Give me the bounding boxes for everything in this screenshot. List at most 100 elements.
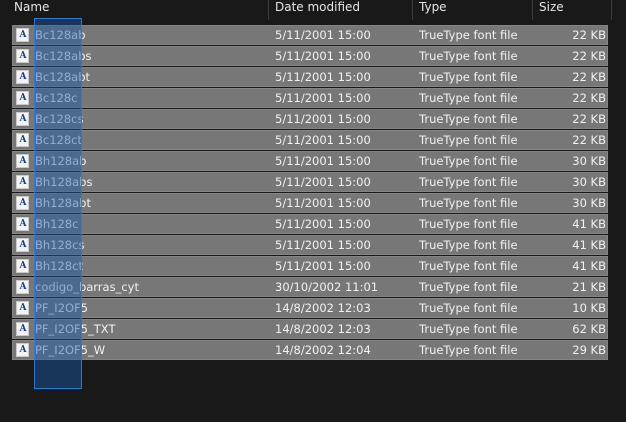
font-glyph: A (19, 114, 27, 124)
file-row[interactable]: Acodigo_barras_cyt 30/10/2002 11:01 TrueTy… (12, 277, 608, 297)
column-header-bar: Name Date modified Type Size (0, 0, 626, 22)
font-glyph: A (19, 345, 27, 355)
font-file-icon: A (16, 91, 29, 105)
column-divider[interactable] (611, 0, 612, 20)
font-glyph: A (19, 51, 27, 61)
column-header-type[interactable]: Type (414, 0, 530, 20)
column-divider[interactable] (412, 0, 413, 20)
font-file-icon: A (16, 70, 29, 84)
file-row[interactable]: A PF_I2OF5_W 14/8/2002 12:04 TrueType font … (12, 340, 608, 360)
file-row[interactable]: A PF_I2OF5_TXT 14/8/2002 12:03 TrueType fon… (12, 319, 608, 339)
file-size: 21 KB (572, 280, 606, 294)
font-glyph: A (19, 303, 27, 313)
file-date-modified: 30/10/2002 11:01 (275, 280, 379, 294)
file-size: 22 KB (572, 133, 606, 147)
file-name: Bh128ct (35, 259, 83, 273)
file-row[interactable]: A Bh128abs 5/11/2001 15:00 TrueType font fi… (12, 172, 608, 192)
file-size: 10 KB (572, 301, 606, 315)
file-name: Bh128cs (35, 238, 85, 252)
font-file-icon: A (16, 49, 29, 63)
file-type: TrueType font file (419, 112, 518, 126)
file-date-modified: 5/11/2001 15:00 (275, 133, 371, 147)
file-size: 22 KB (572, 112, 606, 126)
font-glyph: A (19, 198, 27, 208)
file-size: 30 KB (572, 154, 606, 168)
file-name: PF_I2OF5_W (35, 343, 106, 357)
file-size: 62 KB (572, 322, 606, 336)
file-name: Bc128c (35, 91, 78, 105)
font-file-icon: A (16, 280, 29, 294)
file-list: A Bc128ab 5/11/2001 15:00 TrueType font fil… (12, 25, 608, 361)
font-glyph: A (19, 324, 27, 334)
file-date-modified: 5/11/2001 15:00 (275, 175, 371, 189)
font-file-icon: A (16, 301, 29, 315)
font-glyph: A (19, 156, 27, 166)
column-header-name[interactable]: Name (9, 0, 267, 20)
file-name: Bh128abt (35, 196, 91, 210)
file-name: Bc128abs (35, 49, 92, 63)
file-type: TrueType font file (419, 322, 518, 336)
font-file-icon: A (16, 217, 29, 231)
file-date-modified: 5/11/2001 15:00 (275, 70, 371, 84)
file-row[interactable]: A Bc128c 5/11/2001 15:00 TrueType font file… (12, 88, 608, 108)
file-type: TrueType font file (419, 175, 518, 189)
font-glyph: A (19, 72, 27, 82)
font-glyph: A (19, 177, 27, 187)
file-row[interactable]: A Bh128abt 5/11/2001 15:00 TrueType font fi… (12, 193, 608, 213)
file-size: 22 KB (572, 28, 606, 42)
file-type: TrueType font file (419, 133, 518, 147)
file-size: 30 KB (572, 196, 606, 210)
file-date-modified: 14/8/2002 12:03 (275, 301, 371, 315)
column-divider[interactable] (268, 0, 269, 20)
font-file-icon: A (16, 133, 29, 147)
file-date-modified: 5/11/2001 15:00 (275, 217, 371, 231)
font-file-icon: A (16, 343, 29, 357)
file-date-modified: 5/11/2001 15:00 (275, 91, 371, 105)
file-row[interactable]: A Bc128abs 5/11/2001 15:00 TrueType font fi… (12, 46, 608, 66)
file-row[interactable]: A PF_I2OF5 14/8/2002 12:03 TrueType font fi… (12, 298, 608, 318)
file-date-modified: 5/11/2001 15:00 (275, 28, 371, 42)
file-type: TrueType font file (419, 217, 518, 231)
file-date-modified: 5/11/2001 15:00 (275, 196, 371, 210)
file-type: TrueType font file (419, 238, 518, 252)
file-name: Bh128ab (35, 154, 87, 168)
file-type: TrueType font file (419, 280, 518, 294)
file-row[interactable]: A Bc128abt 5/11/2001 15:00 TrueType font fi… (12, 67, 608, 87)
file-name: codigo_barras_cyt (35, 280, 139, 294)
file-row[interactable]: A Bh128ct 5/11/2001 15:00 TrueType font fil… (12, 256, 608, 276)
file-type: TrueType font file (419, 259, 518, 273)
file-row[interactable]: A Bh128ab 5/11/2001 15:00 TrueType font fil… (12, 151, 608, 171)
file-size: 41 KB (572, 238, 606, 252)
file-row[interactable]: A Bc128ct 5/11/2001 15:00 TrueType font fil… (12, 130, 608, 150)
file-row[interactable]: A Bh128c 5/11/2001 15:00 TrueType font file… (12, 214, 608, 234)
file-name: Bc128cs (35, 112, 84, 126)
font-file-icon: A (16, 196, 29, 210)
file-size: 29 KB (572, 343, 606, 357)
font-file-icon: A (16, 175, 29, 189)
font-glyph: A (19, 30, 27, 40)
column-divider[interactable] (532, 0, 533, 20)
file-explorer-list: Name Date modified Type Size A Bc128ab 5/1… (0, 0, 626, 422)
file-date-modified: 5/11/2001 15:00 (275, 154, 371, 168)
file-date-modified: 14/8/2002 12:03 (275, 322, 371, 336)
file-row[interactable]: A Bc128cs 5/11/2001 15:00 TrueType font fil… (12, 109, 608, 129)
font-file-icon: A (16, 154, 29, 168)
font-glyph: A (19, 240, 27, 250)
file-size: 22 KB (572, 49, 606, 63)
file-type: TrueType font file (419, 343, 518, 357)
file-row[interactable]: A Bh128cs 5/11/2001 15:00 TrueType font fil… (12, 235, 608, 255)
file-type: TrueType font file (419, 70, 518, 84)
file-size: 41 KB (572, 217, 606, 231)
file-date-modified: 5/11/2001 15:00 (275, 49, 371, 63)
font-file-icon: A (16, 238, 29, 252)
column-header-size[interactable]: Size (534, 0, 610, 20)
file-name: PF_I2OF5_TXT (35, 322, 116, 336)
file-name: Bc128ab (35, 28, 86, 42)
file-type: TrueType font file (419, 154, 518, 168)
file-name: Bc128ct (35, 133, 82, 147)
column-header-date-modified[interactable]: Date modified (270, 0, 410, 20)
file-date-modified: 5/11/2001 15:00 (275, 238, 371, 252)
file-row[interactable]: A Bc128ab 5/11/2001 15:00 TrueType font fil… (12, 25, 608, 45)
file-size: 22 KB (572, 70, 606, 84)
file-type: TrueType font file (419, 91, 518, 105)
